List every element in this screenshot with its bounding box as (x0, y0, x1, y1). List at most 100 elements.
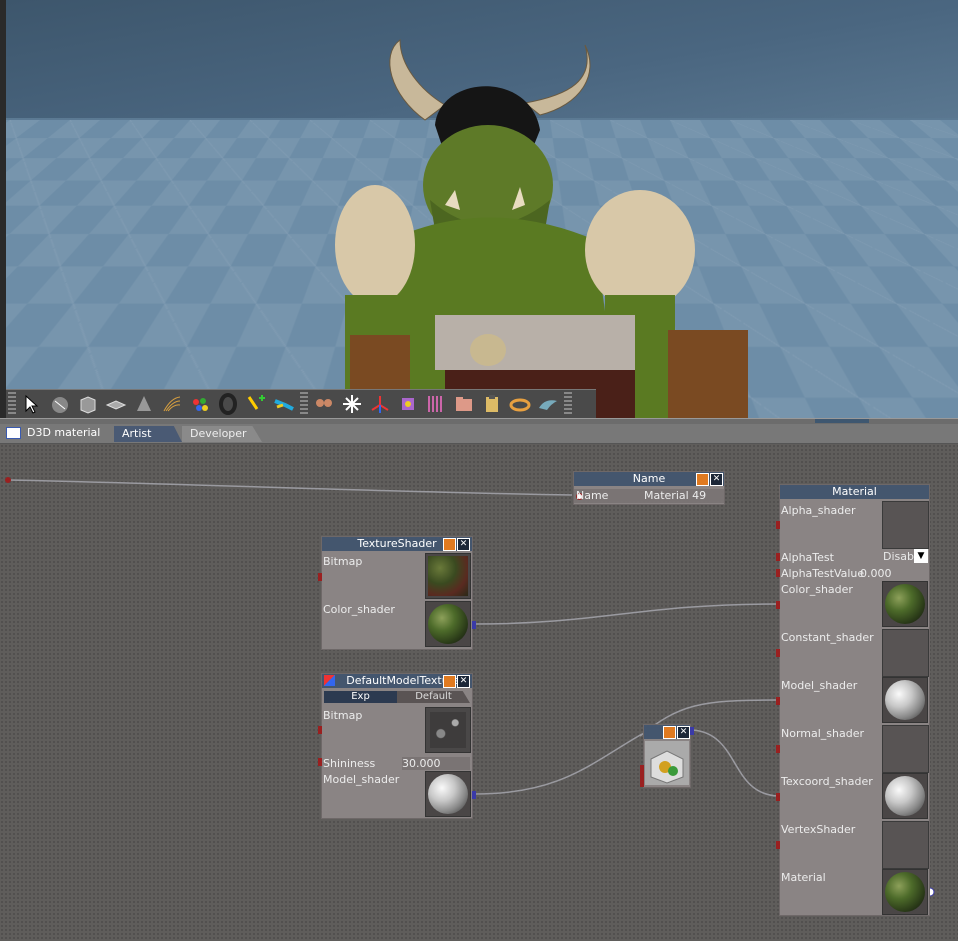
node-header[interactable]: TextureShader ✕ (322, 537, 472, 551)
ring-tool-icon[interactable] (507, 392, 533, 416)
output-port[interactable] (690, 727, 694, 735)
tab-exp[interactable]: Exp (324, 691, 397, 703)
panel-title: D3D material (6, 426, 100, 439)
particles-tool-icon[interactable] (187, 392, 213, 416)
cone-tool-icon[interactable] (131, 392, 157, 416)
material-preview[interactable] (882, 869, 928, 915)
material-output-label: Material (781, 871, 826, 884)
constant-shader-input-port[interactable] (776, 649, 780, 657)
node-header[interactable]: DefaultModelTexture ✕ (322, 674, 472, 688)
name-field-label: Name (576, 489, 609, 502)
bitmap-thumbnail[interactable] (425, 707, 471, 753)
normal-shader-label: Normal_shader (781, 727, 865, 740)
model-shader-preview[interactable] (882, 677, 928, 723)
model-shader-input-port[interactable] (776, 697, 780, 705)
viewport-border (0, 0, 6, 418)
vertex-shader-slot[interactable] (882, 821, 929, 869)
color-shader-preview[interactable] (882, 581, 928, 627)
alpha-test-value-value[interactable]: 0.000 (860, 567, 892, 580)
color-shader-output-port[interactable] (472, 621, 476, 629)
curtain-tool-icon[interactable] (423, 392, 449, 416)
alpha-test-dropdown[interactable]: Disabl ▼ (881, 549, 928, 563)
minimize-button[interactable] (443, 538, 456, 551)
name-node[interactable]: Name ✕ Name Material 49 (573, 471, 725, 505)
bitmap-input-port[interactable] (318, 573, 322, 581)
minimize-button[interactable] (663, 726, 676, 739)
bitmap-input-port[interactable] (318, 726, 322, 734)
color-shader-label: Color_shader (323, 603, 395, 616)
vertex-shader-label: VertexShader (781, 823, 856, 836)
splitter-handle[interactable] (815, 419, 869, 423)
box-tool-icon[interactable] (75, 392, 101, 416)
node-header[interactable]: ✕ (644, 725, 690, 739)
alpha-test-value-input-port[interactable] (776, 569, 780, 577)
texture-shader-node[interactable]: TextureShader ✕ Bitmap Color_shader (318, 536, 476, 650)
texcoord-shader-label: Texcoord_shader (781, 775, 873, 788)
alpha-test-label: AlphaTest (781, 551, 834, 564)
shininess-value[interactable]: 30.000 (402, 757, 470, 770)
ribbon-tool-icon[interactable] (271, 392, 297, 416)
bitmap-thumbnail[interactable] (425, 553, 471, 599)
model-shader-preview[interactable] (425, 771, 471, 817)
node-header[interactable]: Name ✕ (574, 472, 724, 486)
vertex-shader-input-port[interactable] (776, 841, 780, 849)
tab-artist[interactable]: Artist (114, 426, 182, 442)
torus-tool-icon[interactable] (215, 392, 241, 416)
bone-add-tool-icon[interactable] (243, 392, 269, 416)
tab-developer[interactable]: Developer (182, 426, 262, 442)
shininess-input-port[interactable] (318, 758, 322, 766)
constant-shader-slot[interactable] (882, 629, 929, 677)
normal-shader-input-port[interactable] (776, 745, 780, 753)
input-port[interactable] (640, 765, 644, 787)
close-button[interactable]: ✕ (677, 726, 690, 739)
figures-tool-icon[interactable] (311, 392, 337, 416)
shader-preview-icon[interactable] (645, 741, 689, 785)
minimize-button[interactable] (696, 473, 709, 486)
toolbar-grip[interactable] (8, 392, 16, 416)
viewport-toolbar (6, 389, 596, 418)
close-button[interactable]: ✕ (457, 538, 470, 551)
folder-tool-icon[interactable] (451, 392, 477, 416)
tab-default[interactable]: Default (397, 691, 470, 703)
node-title: DefaultModelTexture (346, 674, 460, 687)
cube-tool-icon[interactable] (395, 392, 421, 416)
wire-name-to-left (7, 479, 573, 496)
name-field[interactable]: Name Material 49 (574, 489, 724, 503)
texcoord-shader-input-port[interactable] (776, 793, 780, 801)
dolphin-tool-icon[interactable] (535, 392, 561, 416)
3d-viewport[interactable] (0, 0, 958, 418)
minimize-button[interactable] (443, 675, 456, 688)
default-model-texture-node[interactable]: DefaultModelTexture ✕ Exp Default Bitmap… (318, 673, 476, 819)
toolbar-grip[interactable] (300, 392, 308, 416)
editor-tab-bar: D3D material Artist Developer (0, 424, 958, 444)
plane-tool-icon[interactable] (103, 392, 129, 416)
alpha-test-value: Disabl (883, 550, 918, 563)
model-shader-output-port[interactable] (472, 791, 476, 799)
orc-character-model[interactable] (330, 35, 790, 418)
alpha-shader-label: Alpha_shader (781, 504, 856, 517)
texcoord-shader-preview[interactable] (882, 773, 928, 819)
alpha-test-input-port[interactable] (776, 553, 780, 561)
chevron-down-icon[interactable]: ▼ (914, 549, 928, 563)
sphere-tool-icon[interactable] (47, 392, 73, 416)
normal-shader-slot[interactable] (882, 725, 929, 773)
close-button[interactable]: ✕ (710, 473, 723, 486)
node-header[interactable]: Material (780, 485, 929, 499)
node-title: TextureShader (357, 537, 437, 550)
light-tool-icon[interactable] (339, 392, 365, 416)
hair-tool-icon[interactable] (159, 392, 185, 416)
close-button[interactable]: ✕ (457, 675, 470, 688)
axes-tool-icon[interactable] (367, 392, 393, 416)
alpha-shader-slot[interactable] (882, 501, 929, 549)
select-tool-icon[interactable] (19, 392, 45, 416)
alpha-test-value-label: AlphaTestValue (781, 567, 865, 580)
color-shader-preview[interactable] (425, 601, 471, 647)
color-shader-input-port[interactable] (776, 601, 780, 609)
clipboard-tool-icon[interactable] (479, 392, 505, 416)
material-node[interactable]: Material Alpha_shader AlphaTest Disabl ▼… (776, 484, 930, 916)
toolbar-grip[interactable] (564, 392, 572, 416)
name-field-value[interactable]: Material 49 (644, 489, 706, 502)
model-shader-label: Model_shader (781, 679, 858, 692)
shader-node[interactable]: ✕ (640, 724, 694, 788)
alpha-shader-input-port[interactable] (776, 521, 780, 529)
